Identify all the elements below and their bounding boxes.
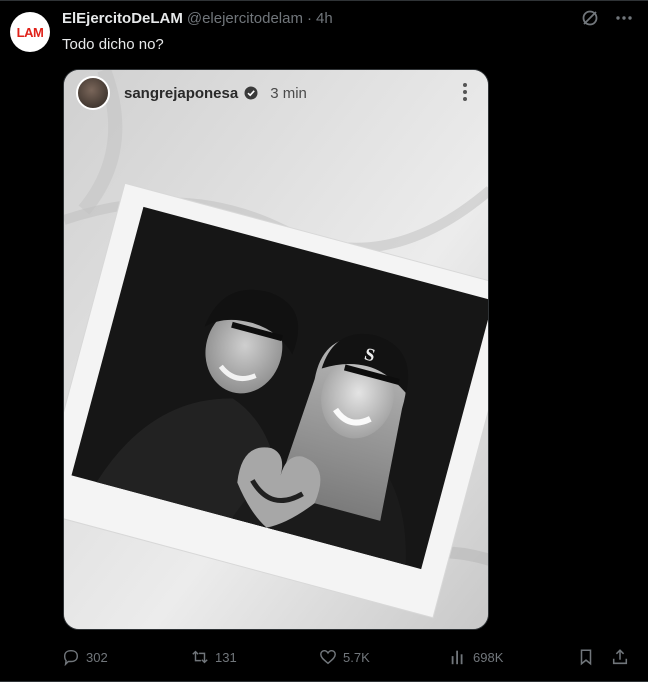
tweet-header: ElEjercitoDeLAM @elejercitodelam · 4h — [62, 10, 333, 27]
views-icon — [451, 650, 463, 665]
story-more-icon[interactable] — [462, 82, 468, 102]
grok-icon[interactable] — [580, 8, 600, 28]
views-button[interactable]: 698K — [449, 648, 503, 666]
story-header: sangrejaponesa 3 min — [64, 70, 488, 116]
like-icon — [320, 649, 336, 665]
timestamp[interactable]: 4h — [316, 10, 333, 27]
views-count: 698K — [473, 649, 504, 665]
top-actions — [580, 8, 634, 28]
bookmark-button[interactable] — [577, 648, 595, 666]
action-bar: 302 131 5.7K 698K — [62, 646, 634, 668]
tweet-media[interactable]: S sangrejaponesa 3 min — [63, 69, 489, 630]
reply-button[interactable]: 302 — [62, 648, 108, 666]
avatar-logo-text: LAM — [16, 24, 44, 40]
story-time: 3 min — [270, 84, 307, 102]
reply-count: 302 — [86, 649, 108, 665]
separator-dot: · — [306, 10, 312, 27]
share-icon — [612, 649, 628, 665]
like-button[interactable]: 5.7K — [319, 648, 370, 666]
retweet-button[interactable]: 131 — [191, 648, 237, 666]
like-count: 5.7K — [343, 649, 370, 665]
reply-icon — [63, 649, 79, 666]
story-avatar[interactable] — [76, 76, 110, 110]
avatar[interactable]: LAM — [10, 12, 50, 52]
tweet-text: Todo dicho no? — [62, 36, 164, 53]
more-icon[interactable] — [614, 8, 634, 28]
retweet-icon — [192, 650, 208, 664]
bookmark-icon — [580, 649, 592, 666]
verified-badge-icon — [244, 86, 258, 100]
story-username[interactable]: sangrejaponesa — [124, 85, 238, 102]
top-divider — [0, 0, 648, 1]
retweet-count: 131 — [215, 649, 237, 665]
display-name[interactable]: ElEjercitoDeLAM — [62, 10, 183, 27]
handle[interactable]: @elejercitodelam — [187, 10, 303, 27]
share-button[interactable] — [611, 648, 629, 666]
story-photo: S — [64, 70, 488, 629]
tweet[interactable]: LAM ElEjercitoDeLAM @elejercitodelam · 4… — [0, 0, 648, 682]
